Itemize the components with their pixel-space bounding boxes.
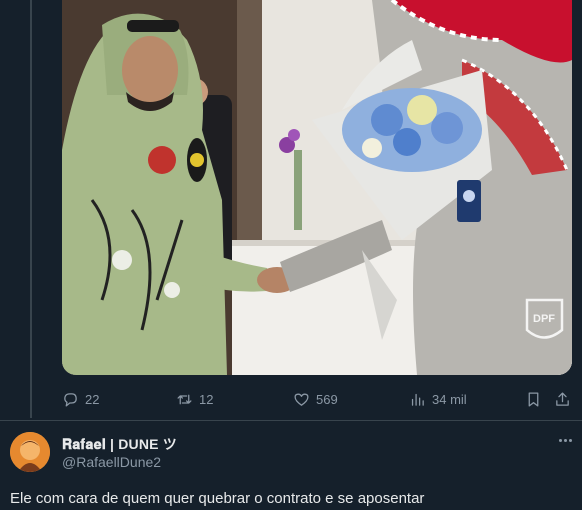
- more-dot-icon: [568, 438, 572, 442]
- reply-count: 22: [85, 391, 100, 407]
- like-count: 569: [316, 391, 338, 407]
- more-options-button[interactable]: [555, 432, 575, 448]
- retweet-button[interactable]: 12: [176, 385, 213, 413]
- retweet-count: 12: [199, 391, 214, 407]
- reply-author-name-row[interactable]: 𝐑𝐚𝐟𝐚𝐞𝐥 | DUNE ツ: [62, 434, 177, 454]
- views-icon: [411, 393, 424, 406]
- bookmark-button[interactable]: [525, 385, 542, 413]
- timeline: DPF 22 12 569 34 mil 𝐑𝐚𝐟𝐚𝐞𝐥 | DUNE ツ @Ra…: [0, 0, 582, 510]
- tweet-actions-bar: 22 12 569 34 mil: [62, 385, 572, 413]
- reply-tweet-text: Ele com cara de quem quer quebrar o cont…: [10, 490, 425, 507]
- views-count: 34 mil: [432, 391, 467, 407]
- heart-icon: [294, 393, 309, 406]
- more-dot-icon: [563, 438, 567, 442]
- reply-button[interactable]: 22: [62, 385, 99, 413]
- views-button[interactable]: 34 mil: [409, 385, 467, 413]
- tweet-divider: [0, 420, 582, 421]
- tweet-media-image[interactable]: DPF: [62, 0, 572, 375]
- more-dot-icon: [558, 438, 562, 442]
- share-button[interactable]: [554, 385, 571, 413]
- like-button[interactable]: 569: [293, 385, 338, 413]
- user-handle[interactable]: @RafaellDune2: [62, 454, 161, 470]
- svg-text:DPF: DPF: [533, 313, 555, 325]
- retweet-icon: [177, 394, 192, 404]
- bookmark-icon: [528, 391, 539, 407]
- display-name[interactable]: 𝐑𝐚𝐟𝐚𝐞𝐥 | DUNE ツ: [62, 434, 177, 454]
- reply-icon: [64, 392, 77, 407]
- avatar[interactable]: [10, 432, 50, 472]
- share-icon: [556, 391, 569, 406]
- thread-connector-line: [30, 0, 32, 418]
